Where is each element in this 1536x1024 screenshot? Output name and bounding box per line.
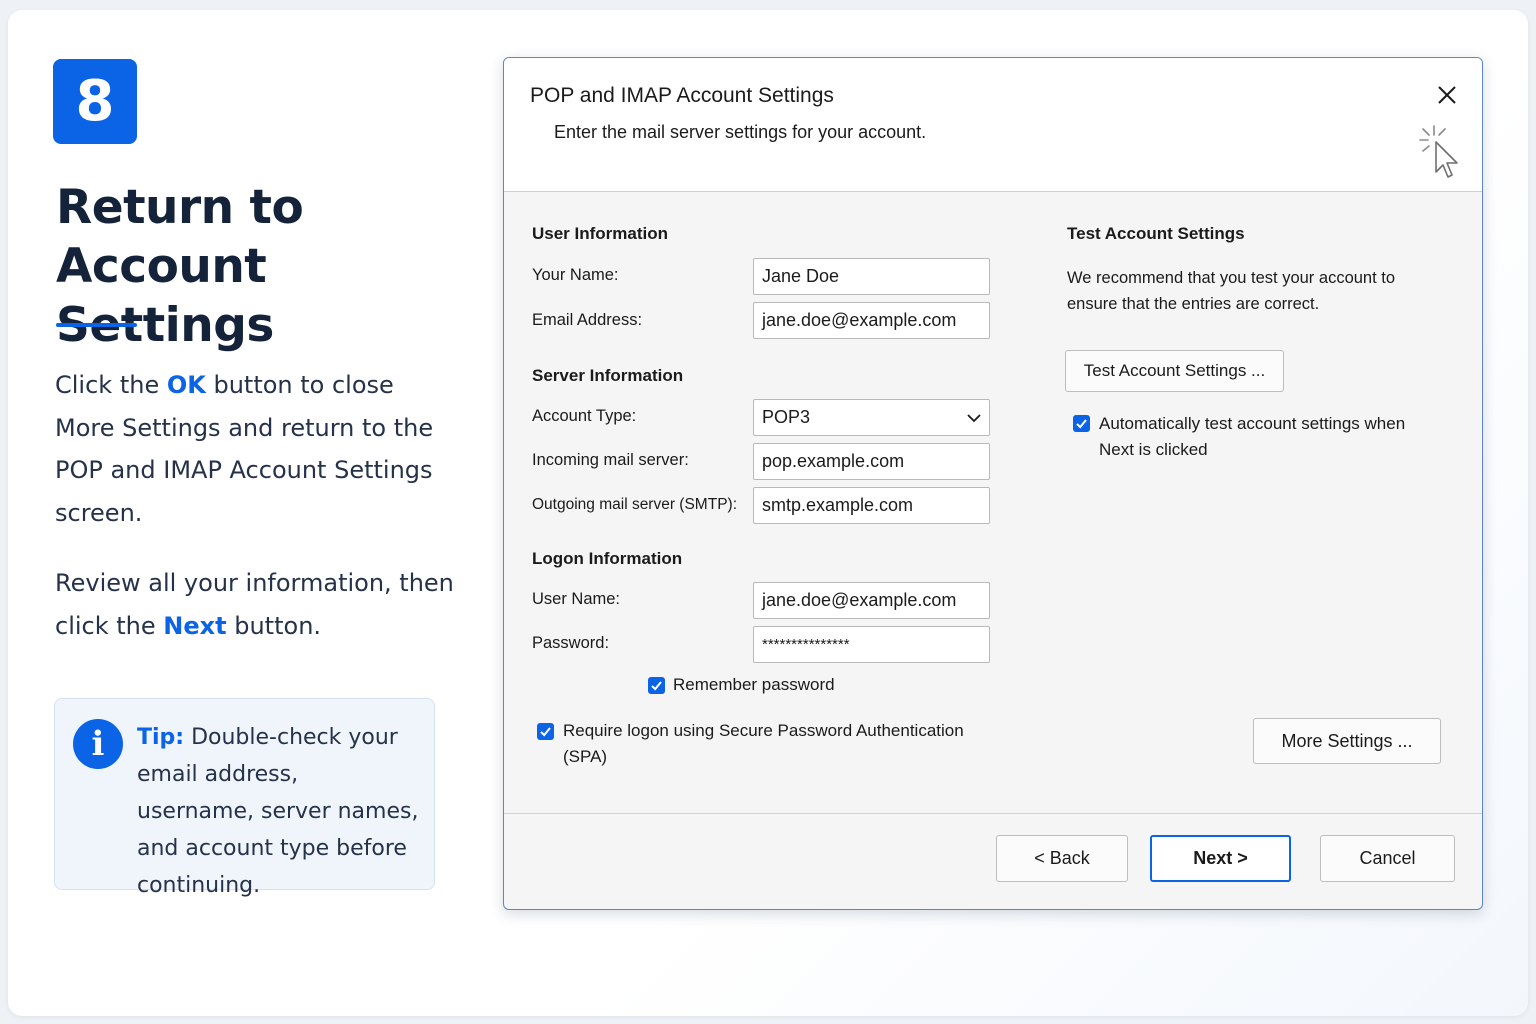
checkmark-icon bbox=[540, 727, 551, 737]
dialog-header: POP and IMAP Account Settings Enter the … bbox=[504, 58, 1482, 192]
auto-test-label: Automatically test account settings when… bbox=[1099, 414, 1406, 459]
user-info-heading: User Information bbox=[532, 224, 669, 243]
cancel-button[interactable]: Cancel bbox=[1320, 835, 1455, 882]
tip-box: i Tip: Double-check your email address, … bbox=[54, 698, 435, 898]
step-number-badge: 8 bbox=[53, 59, 137, 144]
instruction-click-next: Review all your information, then click … bbox=[55, 569, 454, 640]
remember-password-checkbox[interactable] bbox=[648, 677, 665, 694]
title-underline bbox=[56, 323, 137, 327]
user-name-label: User Name: bbox=[532, 590, 621, 608]
step-title-line2: Account Settings bbox=[56, 239, 274, 353]
password-label: Password: bbox=[532, 634, 610, 652]
spa-checkbox[interactable] bbox=[537, 723, 554, 740]
pop-imap-settings-dialog: POP and IMAP Account Settings Enter the … bbox=[503, 57, 1483, 910]
account-type-label: Account Type: bbox=[532, 407, 637, 425]
info-icon: i bbox=[73, 719, 123, 769]
your-name-label: Your Name: bbox=[532, 266, 619, 284]
more-settings-button[interactable]: More Settings ... bbox=[1253, 718, 1441, 764]
test-settings-description: We recommend that you test your account … bbox=[1067, 269, 1396, 313]
test-account-settings-button[interactable]: Test Account Settings ... bbox=[1065, 350, 1284, 392]
next-button[interactable]: Next > bbox=[1150, 835, 1291, 882]
checkmark-icon bbox=[651, 681, 662, 691]
tip-text: Tip: Double-check your email address, us… bbox=[137, 725, 419, 898]
checkmark-icon bbox=[1076, 419, 1087, 429]
spa-label: Require logon using Secure Password Auth… bbox=[563, 721, 964, 766]
close-icon[interactable] bbox=[1432, 80, 1462, 110]
test-settings-heading: Test Account Settings bbox=[1067, 224, 1245, 243]
incoming-server-input[interactable]: pop.example.com bbox=[753, 443, 990, 480]
chevron-down-icon bbox=[967, 413, 981, 422]
next-highlight: Next bbox=[163, 611, 227, 640]
user-name-input[interactable]: jane.doe@example.com bbox=[753, 582, 990, 619]
step-number: 8 bbox=[75, 69, 115, 134]
footer-divider bbox=[504, 813, 1482, 814]
instruction-close-more-settings: Click the OK button to close More Settin… bbox=[55, 371, 434, 527]
back-button[interactable]: < Back bbox=[996, 835, 1128, 882]
ok-highlight: OK bbox=[166, 371, 206, 399]
account-type-select[interactable]: POP3 bbox=[753, 399, 990, 436]
tip-label: Tip: bbox=[137, 725, 185, 750]
auto-test-checkbox[interactable] bbox=[1073, 415, 1090, 432]
remember-password-label: Remember password bbox=[673, 675, 835, 694]
your-name-input[interactable]: Jane Doe bbox=[753, 258, 990, 295]
incoming-server-label: Incoming mail server: bbox=[532, 451, 689, 469]
outgoing-server-label: Outgoing mail server (SMTP): bbox=[532, 496, 737, 513]
email-address-input[interactable]: jane.doe@example.com bbox=[753, 302, 990, 339]
step-title: Return to Account Settings bbox=[56, 178, 476, 355]
outgoing-server-input[interactable]: smtp.example.com bbox=[753, 487, 990, 524]
server-info-heading: Server Information bbox=[532, 366, 684, 385]
click-cursor-icon bbox=[1419, 125, 1458, 178]
logon-info-heading: Logon Information bbox=[532, 549, 683, 568]
dialog-title: POP and IMAP Account Settings bbox=[530, 84, 834, 107]
password-input[interactable]: *************** bbox=[753, 626, 990, 663]
email-address-label: Email Address: bbox=[532, 311, 643, 329]
dialog-subtitle: Enter the mail server settings for your … bbox=[554, 122, 927, 142]
step-title-line1: Return to bbox=[56, 180, 304, 235]
